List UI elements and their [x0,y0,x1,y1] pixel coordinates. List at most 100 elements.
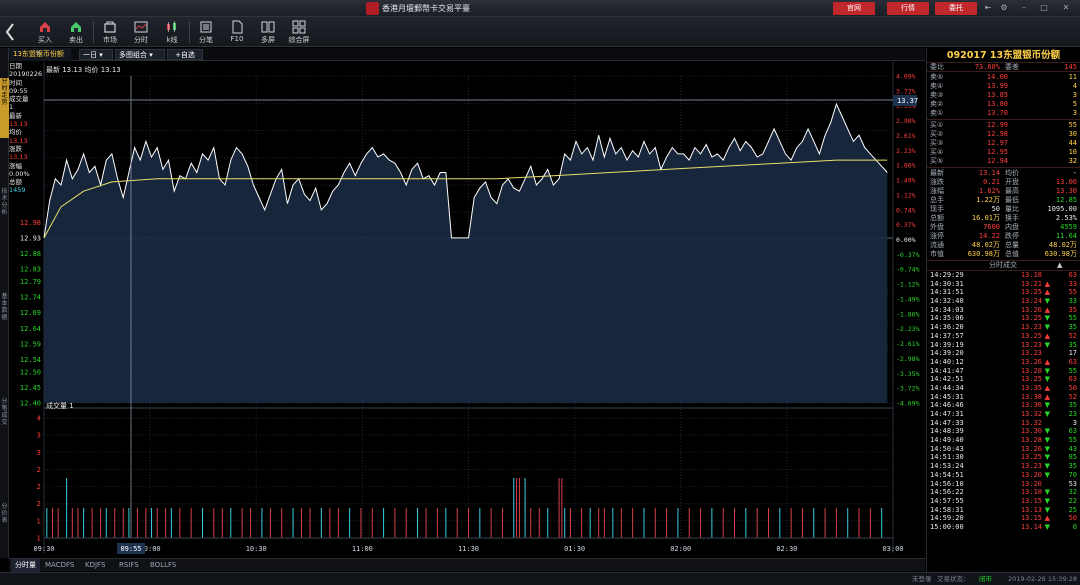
pct-tick-label: 0.37% [896,221,916,229]
tick-time: 15:00:00 [930,522,964,531]
pct-tick-label: -3.35% [896,370,920,378]
indicator-tabs: 分时量 MACDFS KDJFS RSIFS BOLLFS [9,558,925,572]
multiscreen-button[interactable]: 多屏 [254,18,282,46]
bid-price: 12.94 [986,157,1008,165]
y-tick-label: 12.69 [20,309,41,317]
sell-icon [71,22,81,32]
stat-row: 流通 48.02万 总量 48.02万 [927,241,1080,250]
tick-direction-icon: ▲ [1044,392,1050,401]
add-watchlist-button[interactable]: +自选 [167,49,203,60]
ask-row[interactable]: 卖④ 13.99 4 [927,82,1080,91]
bid-row[interactable]: 买③ 12.97 44 [927,139,1080,148]
tick-time: 14:34:03 [930,305,964,314]
pct-tick-label: 1.12% [896,191,916,199]
toolbar: 买入 卖出 市场 分时 k线 分笔 F10 多屏 综合屏 [0,17,1080,47]
collapse-icon[interactable]: ▲ [1057,261,1062,270]
sell-button[interactable]: 卖出 [62,18,90,46]
market-button[interactable]: 市场 [96,18,124,46]
kline-button[interactable]: k线 [158,18,186,46]
vol-tick-label: 2 [37,483,41,491]
stat-label: 均价 [1005,169,1019,177]
stat-value: 16.01万 [971,214,1000,222]
bid-row[interactable]: 买① 12.99 55 [927,121,1080,130]
ask-row[interactable]: 卖① 13.70 3 [927,109,1080,118]
bid-row[interactable]: 买⑤ 12.94 32 [927,157,1080,166]
tab-rsi[interactable]: RSIFS [115,559,143,572]
stat-label: 现手 [930,205,944,213]
multiscreen-icon [261,21,275,33]
bid-row[interactable]: 买② 12.98 30 [927,130,1080,139]
tick-time: 14:54:51 [930,470,964,479]
pct-tick-label: -0.74% [896,266,920,274]
tick-price: 13.32 [1020,410,1042,418]
tick-direction-icon: ▲ [1044,279,1050,288]
bid-label: 买③ [930,139,944,147]
market-label: 市场 [103,36,117,44]
bid-row[interactable]: 买④ 12.95 10 [927,148,1080,157]
layout-select[interactable]: 多图组合 ▾ [115,49,165,60]
market-icon [104,21,116,33]
quotes-button[interactable]: 行情 [887,2,929,15]
tick-button[interactable]: 分笔 [192,18,220,46]
nav-back-icon[interactable] [3,18,17,46]
datetime: 2019-02-26 15:39:28 [1008,575,1078,583]
close-icon[interactable]: ✕ [1060,2,1072,14]
tick-price: 13.28 [1020,436,1042,445]
stat-value: 48.02万 [1048,241,1077,249]
y-tick-label: 12.50 [20,368,41,376]
tick-row: 14:47:31 13.32 ▼ 23 [927,410,1080,419]
f10-button[interactable]: F10 [223,18,251,46]
tick-direction-icon: ▼ [1044,323,1050,332]
stat-value: 13.30 [1055,187,1077,195]
tick-row: 14:36:20 13.23 ▼ 35 [927,323,1080,332]
combined-screen-button[interactable]: 综合屏 [285,18,313,46]
stat-label: 总手 [930,196,944,204]
close-chart-icon[interactable]: X [36,49,41,57]
quote-panel: 092017 13东盟银币份额 委比 73.60% 委差 145 卖⑤ 14.00… [926,48,1080,572]
tick-price: 13.18 [1020,271,1042,279]
tick-list[interactable]: 14:29:29 13.18 63 14:30:31 13.21 ▲ 33 14:31:51 1… [927,271,1080,532]
buy-button[interactable]: 买入 [31,18,59,46]
tick-time: 14:36:20 [930,323,964,332]
bid-price: 12.97 [986,139,1008,147]
back-icon[interactable]: ⇤ [982,2,994,14]
intraday-chart[interactable]: 12.98 12.93 12.88 12.83 12.79 12.74 12.69 12.64… [0,48,925,558]
info-line: 日期 [9,62,22,70]
vol-tick-label: 1 [37,517,41,525]
stat-label: 总值 [1005,250,1019,258]
tick-volume: 3 [1072,418,1077,427]
vol-tick-label: 4 [37,415,42,423]
cursor-info-panel: 日期 20190226 时间 09:55 成交量 1 最新 13.13 均价 13.13 涨跌 13.… [9,62,43,220]
vol-tick-label: 3 [37,449,41,457]
settings-icon[interactable]: ⚙ [998,2,1010,14]
orders-button[interactable]: 委托 [935,2,977,15]
bid-price: 12.98 [986,130,1008,138]
official-site-button[interactable]: 官网 [833,2,875,15]
ask-row[interactable]: 卖② 13.80 5 [927,100,1080,109]
tab-macd[interactable]: MACDFS [41,559,78,572]
tab-boll[interactable]: BOLLFS [146,559,180,572]
tick-volume: 35 [1068,401,1077,410]
tab-volume[interactable]: 分时量 [11,559,40,572]
tick-time: 14:39:20 [930,349,964,358]
ask-label: 卖③ [930,91,944,99]
tick-volume: 0 [1072,522,1077,531]
tick-price: 13.20 [1020,470,1042,479]
period-select[interactable]: 一日 ▾ [79,49,113,60]
tick-price: 13.14 [1020,522,1042,531]
ask-row[interactable]: 卖③ 13.85 3 [927,91,1080,100]
minimize-icon[interactable]: – [1018,2,1030,14]
info-line: 涨幅 [9,161,22,170]
tick-price: 13.30 [1020,427,1042,436]
stat-row: 涨幅 1.62% 最高 13.30 [927,187,1080,196]
tab-kdj[interactable]: KDJFS [81,559,109,572]
restore-icon[interactable]: □ [1038,2,1050,14]
stat-label: 涨跌 [930,178,944,186]
ask-row[interactable]: 卖⑤ 14.00 11 [927,73,1080,82]
security-code: 092017 [946,50,987,61]
intraday-button[interactable]: 分时 [127,18,155,46]
stat-row: 市值 630.98万 总值 630.98万 [927,250,1080,259]
volume-title: 成交量 1 [46,401,74,410]
ask-price: 14.00 [986,73,1008,81]
ask-price: 13.80 [986,100,1008,108]
